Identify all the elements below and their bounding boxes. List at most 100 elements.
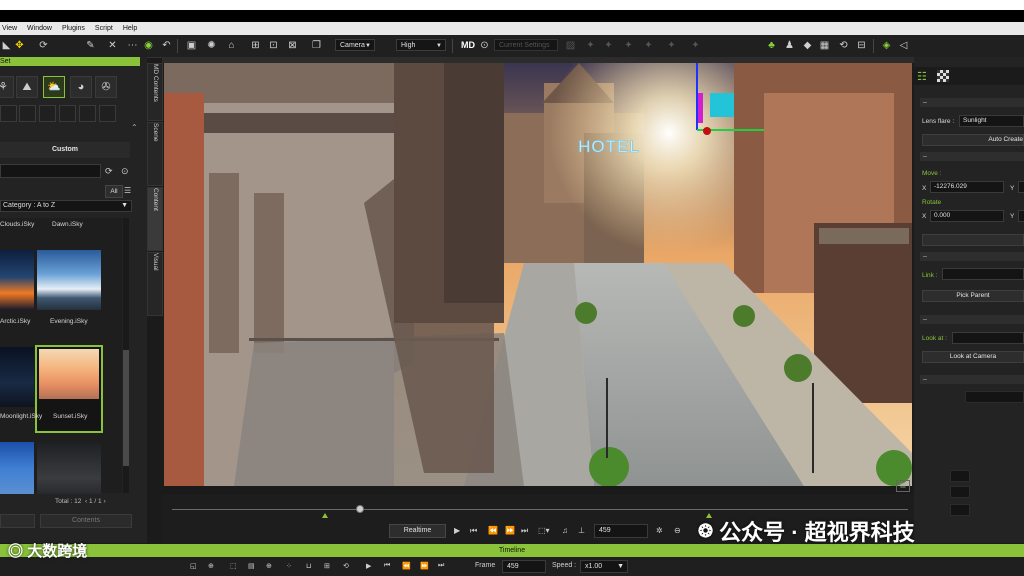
first-frame-icon[interactable]: ⏮	[470, 524, 477, 538]
sync-icon[interactable]: ⟲	[837, 39, 850, 52]
brush-icon[interactable]: ✎	[84, 39, 97, 52]
timeline-tool-icon[interactable]: ⊕	[208, 562, 214, 570]
tool-icon[interactable]: ✦	[602, 39, 615, 52]
menu-help[interactable]: Help	[123, 25, 137, 32]
atmosphere-tab[interactable]: ◕	[70, 76, 92, 98]
play-icon[interactable]: ▶	[366, 562, 371, 570]
delete-icon[interactable]: ✕	[106, 39, 119, 52]
snap-icon[interactable]: ⋯	[126, 39, 139, 52]
ghost-settings-select[interactable]: Current Settings	[494, 39, 558, 51]
pick-parent-button[interactable]: Pick Parent	[922, 290, 1024, 302]
start-marker-icon[interactable]	[322, 513, 328, 518]
camera-select[interactable]: Camera ▼	[335, 39, 375, 51]
timeline-tool-icon[interactable]: ⊞	[324, 562, 330, 570]
subfolder-slot[interactable]	[19, 105, 36, 122]
section-header[interactable]: –	[920, 152, 1024, 161]
sky-tab[interactable]: ⛅	[43, 76, 65, 98]
terrain-tab[interactable]: ⛰	[16, 76, 38, 98]
preset-icon[interactable]: ▨	[564, 39, 577, 52]
move-y-field[interactable]	[1018, 181, 1024, 193]
timeline-frame-input[interactable]: 459	[502, 560, 546, 573]
first-frame-icon[interactable]: ⏮	[384, 562, 390, 570]
md-logo-icon[interactable]: MD	[459, 39, 477, 52]
next-frame-icon[interactable]: ⏩	[505, 524, 515, 538]
auto-create-button[interactable]: Auto Create	[922, 134, 1024, 146]
checker-icon[interactable]	[937, 70, 949, 82]
side-tab-md-contents[interactable]: MD Contents	[147, 63, 163, 121]
prev-frame-icon[interactable]: ⏪	[402, 562, 411, 570]
timeline-tool-icon[interactable]: ⟲	[343, 562, 349, 570]
timeline-tool-icon[interactable]: ⊔	[306, 562, 311, 570]
menu-plugins[interactable]: Plugins	[62, 25, 85, 32]
chevron-circle-icon[interactable]: ⊙	[121, 166, 129, 177]
subfolder-slot[interactable]	[0, 105, 17, 122]
play-circle-icon[interactable]: ⊙	[478, 39, 491, 52]
section-header[interactable]: –	[920, 375, 1024, 384]
sky-thumbnail[interactable]	[0, 442, 34, 494]
quality-select[interactable]: High ▼	[396, 39, 446, 51]
collapse-icon[interactable]: ⌃	[131, 123, 138, 132]
eye-icon[interactable]: ◉	[142, 39, 155, 52]
next-frame-icon[interactable]: ⏩	[420, 562, 429, 570]
scrollbar-thumb[interactable]	[123, 350, 129, 466]
grid-view-icon[interactable]: ▦	[818, 39, 831, 52]
timeline-slider-knob[interactable]	[356, 505, 364, 513]
category-select[interactable]: Category : A to Z ▼	[0, 200, 132, 212]
link-field[interactable]	[942, 268, 1024, 280]
realtime-button[interactable]: Realtime	[389, 524, 446, 538]
loop-icon[interactable]: ⬚▾	[538, 524, 550, 538]
menu-script[interactable]: Script	[95, 25, 113, 32]
sky-thumbnail[interactable]	[0, 250, 34, 310]
menu-view[interactable]: View	[2, 25, 17, 32]
pin-icon[interactable]: ◈	[880, 39, 893, 52]
sky-thumbnail[interactable]	[37, 442, 101, 494]
lens-flare-select[interactable]: Sunlight	[959, 115, 1024, 127]
list-view-icon[interactable]: ☰	[124, 186, 131, 195]
last-frame-icon[interactable]: ⏭	[438, 562, 444, 570]
layers-icon[interactable]: ❐	[310, 39, 323, 52]
look-at-field[interactable]	[952, 332, 1024, 344]
record-icon[interactable]: ⊖	[674, 524, 681, 538]
move-x-field[interactable]: -12276.029	[930, 181, 1004, 193]
move-icon[interactable]: ✥	[13, 39, 26, 52]
frame-icon[interactable]: ▣	[185, 39, 198, 52]
search-input[interactable]	[0, 164, 101, 178]
export-icon[interactable]: ⊟	[855, 39, 868, 52]
home-icon[interactable]: ⌂	[225, 39, 238, 52]
side-tab-scene[interactable]: Scene	[147, 122, 163, 186]
viewport-menu-icon[interactable]: ▤	[896, 480, 910, 492]
body-icon[interactable]: ♣	[765, 39, 778, 52]
subfolder-slot[interactable]	[39, 105, 56, 122]
marker-icon[interactable]: ⊥	[578, 524, 585, 538]
back-icon[interactable]: ◁	[897, 39, 910, 52]
section-header[interactable]: –	[920, 252, 1024, 261]
speed-select[interactable]: x1.00 ▼	[580, 560, 628, 573]
timeline-slider-track[interactable]	[172, 509, 908, 510]
rotate-x-field[interactable]: 0.000	[930, 210, 1004, 222]
all-filter-button[interactable]: All	[105, 185, 123, 198]
3d-viewport[interactable]: HOTEL	[164, 63, 912, 486]
tool-icon[interactable]: ✦	[642, 39, 655, 52]
tool-icon[interactable]: ✦	[665, 39, 678, 52]
subfolder-slot[interactable]	[99, 105, 116, 122]
tool-icon[interactable]: ✦	[622, 39, 635, 52]
side-tab-visual[interactable]: Visual	[147, 252, 163, 316]
zoom-icon[interactable]: ⊞	[249, 39, 262, 52]
props-icon[interactable]: ◆	[801, 39, 814, 52]
timeline-tool-icon[interactable]: ▤	[248, 562, 255, 570]
effects-tab[interactable]: ✇	[95, 76, 117, 98]
panel-button-left[interactable]	[0, 514, 35, 528]
sky-thumbnail[interactable]	[0, 347, 34, 407]
subfolder-slot[interactable]	[59, 105, 76, 122]
menu-window[interactable]: Window	[27, 25, 52, 32]
tool-icon[interactable]: ✦	[584, 39, 597, 52]
timeline-tool-icon[interactable]: ◱	[190, 562, 197, 570]
look-at-camera-button[interactable]: Look at Camera	[922, 351, 1024, 363]
zoom-timeline-icon[interactable]: ⊕	[266, 562, 272, 570]
custom-tab[interactable]: Custom	[0, 142, 130, 158]
audio-icon[interactable]: ♫	[562, 524, 568, 538]
rotate-y-field[interactable]	[1018, 210, 1024, 222]
timeline-tool-icon[interactable]: ⬚	[230, 562, 237, 570]
sliders-icon[interactable]: ☷	[917, 70, 927, 83]
subfolder-slot[interactable]	[79, 105, 96, 122]
